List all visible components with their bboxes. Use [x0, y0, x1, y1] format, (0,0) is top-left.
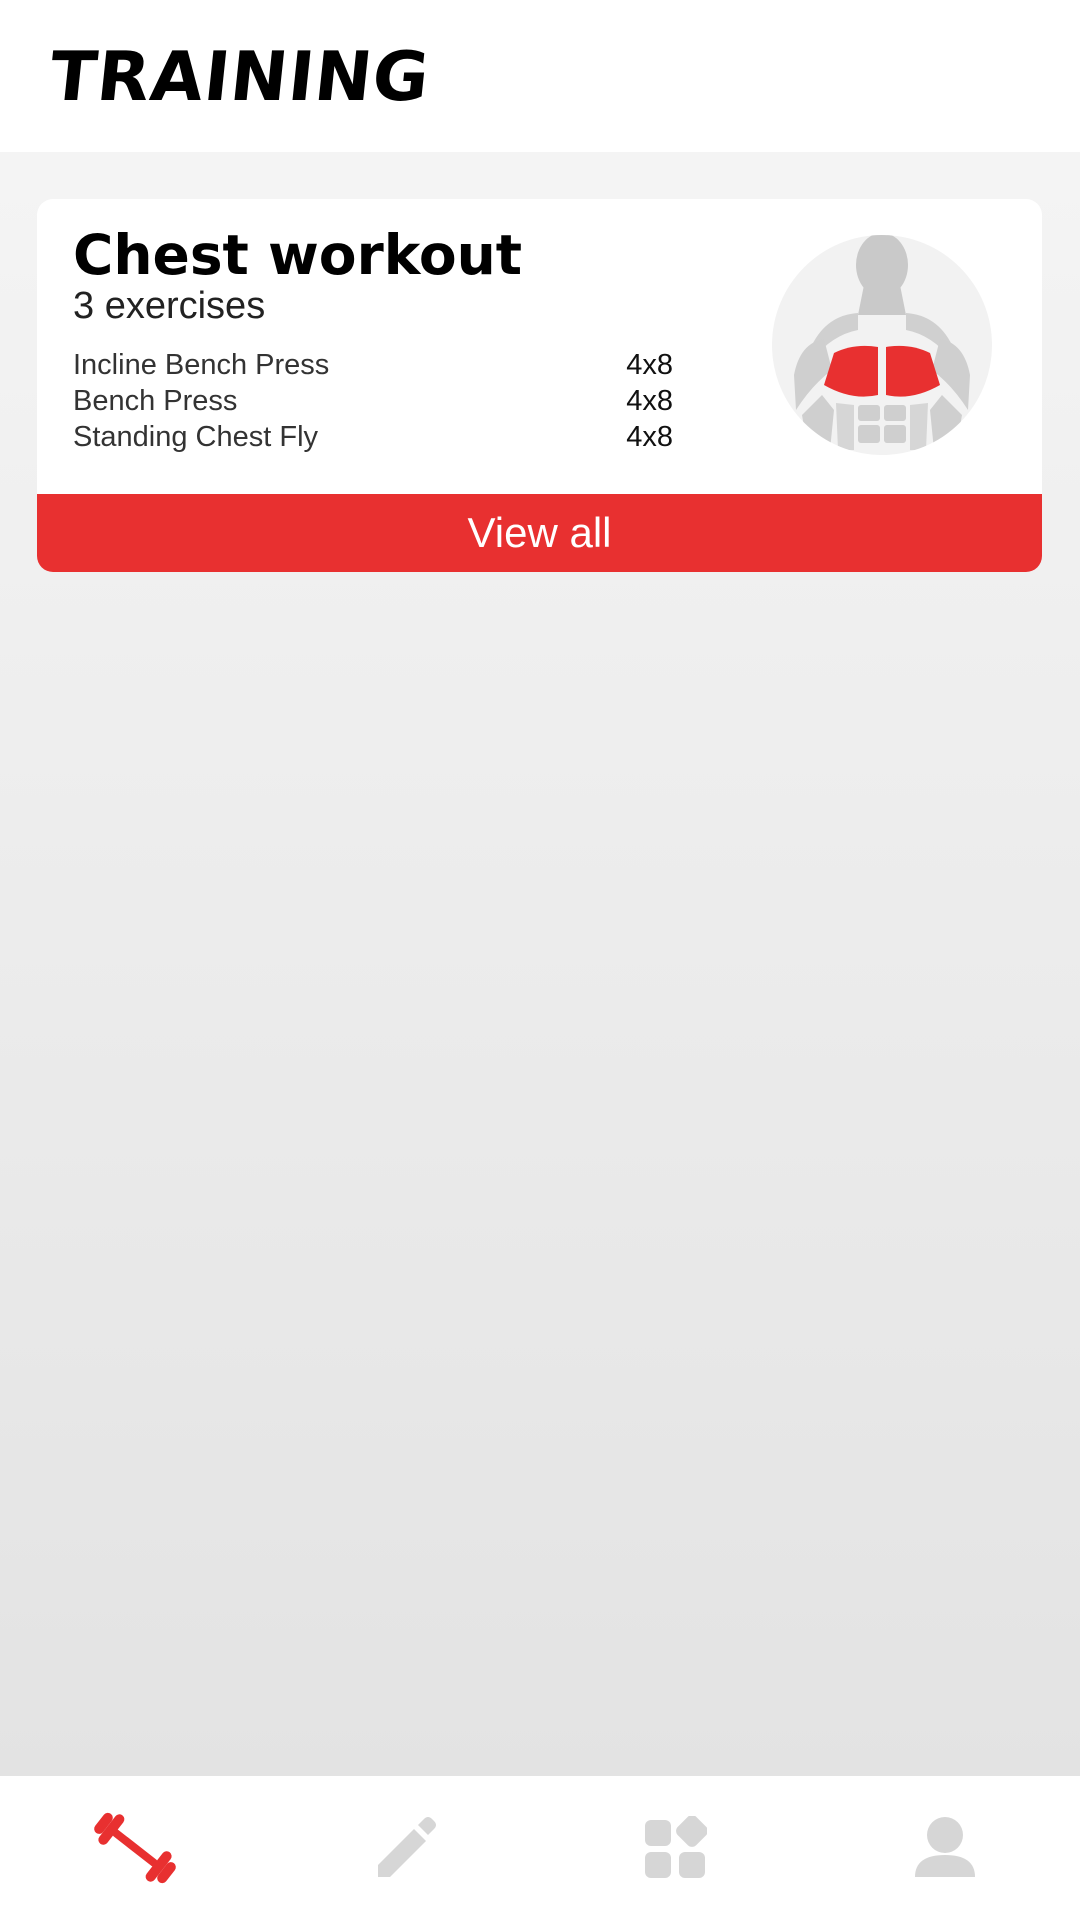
apps-grid-icon	[645, 1816, 707, 1878]
workout-title: Chest workout	[73, 223, 523, 287]
exercise-list: Incline Bench Press 4x8 Bench Press 4x8 …	[73, 349, 673, 457]
view-all-button[interactable]: View all	[37, 494, 1042, 572]
list-item: Standing Chest Fly 4x8	[73, 421, 673, 457]
chest-muscles-icon	[772, 235, 992, 455]
exercise-name: Bench Press	[73, 385, 238, 417]
dumbbell-icon	[94, 1812, 176, 1884]
tab-edit[interactable]	[270, 1776, 540, 1920]
app-header: TRAINING	[0, 0, 1080, 152]
exercise-name: Standing Chest Fly	[73, 421, 319, 453]
list-item: Bench Press 4x8	[73, 385, 673, 421]
exercise-name: Incline Bench Press	[73, 349, 330, 381]
exercise-sets: 4x8	[626, 385, 673, 417]
tab-apps[interactable]	[540, 1776, 810, 1920]
profile-icon	[915, 1817, 975, 1877]
exercise-count: 3 exercises	[73, 285, 266, 327]
exercise-sets: 4x8	[626, 349, 673, 381]
exercise-sets: 4x8	[626, 421, 673, 453]
bottom-tab-bar	[0, 1776, 1080, 1920]
tab-training[interactable]	[0, 1776, 270, 1920]
tab-profile[interactable]	[810, 1776, 1080, 1920]
list-item: Incline Bench Press 4x8	[73, 349, 673, 385]
page-title: TRAINING	[45, 38, 434, 117]
main-content: Chest workout 3 exercises Incline Bench …	[0, 152, 1080, 1776]
pencil-icon	[378, 1817, 436, 1877]
workout-card[interactable]: Chest workout 3 exercises Incline Bench …	[37, 199, 1042, 572]
